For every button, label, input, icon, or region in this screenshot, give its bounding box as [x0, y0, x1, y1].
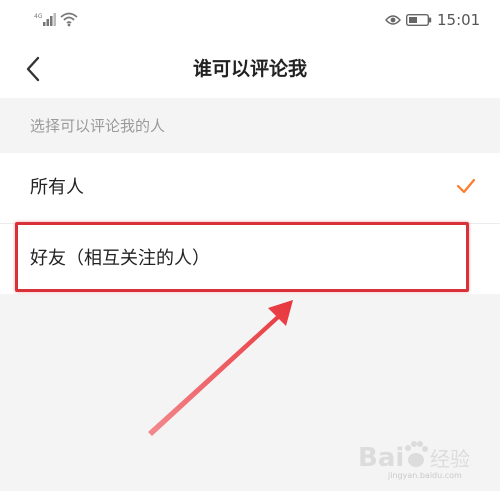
watermark-url: jingyan.baidu.com	[388, 471, 462, 480]
check-icon	[456, 178, 476, 194]
section-label: 选择可以评论我的人	[30, 117, 166, 135]
section-header: 选择可以评论我的人	[0, 98, 500, 153]
signal-icon: 4G	[34, 13, 56, 26]
option-label: 所有人	[30, 177, 84, 198]
wifi-icon	[60, 12, 78, 27]
battery-icon	[406, 14, 432, 26]
watermark-suffix: 经验	[430, 447, 470, 471]
highlight-box	[15, 222, 469, 292]
app-header: 谁可以评论我	[0, 40, 500, 98]
signal-type: 4G	[34, 13, 43, 20]
page-title: 谁可以评论我	[192, 58, 307, 80]
annotation-arrow	[148, 300, 293, 436]
paw-icon	[405, 441, 428, 467]
status-time: 15:01	[437, 11, 481, 29]
phone-screen: 4G 15:01 谁可以评论我 选择可以评论我的人 所有人 好友（相互关注的人）…	[0, 0, 500, 491]
watermark-brand: Bai	[358, 443, 404, 473]
option-everyone[interactable]: 所有人	[0, 153, 500, 223]
status-bar: 4G 15:01	[0, 0, 500, 40]
eye-icon	[385, 15, 401, 25]
